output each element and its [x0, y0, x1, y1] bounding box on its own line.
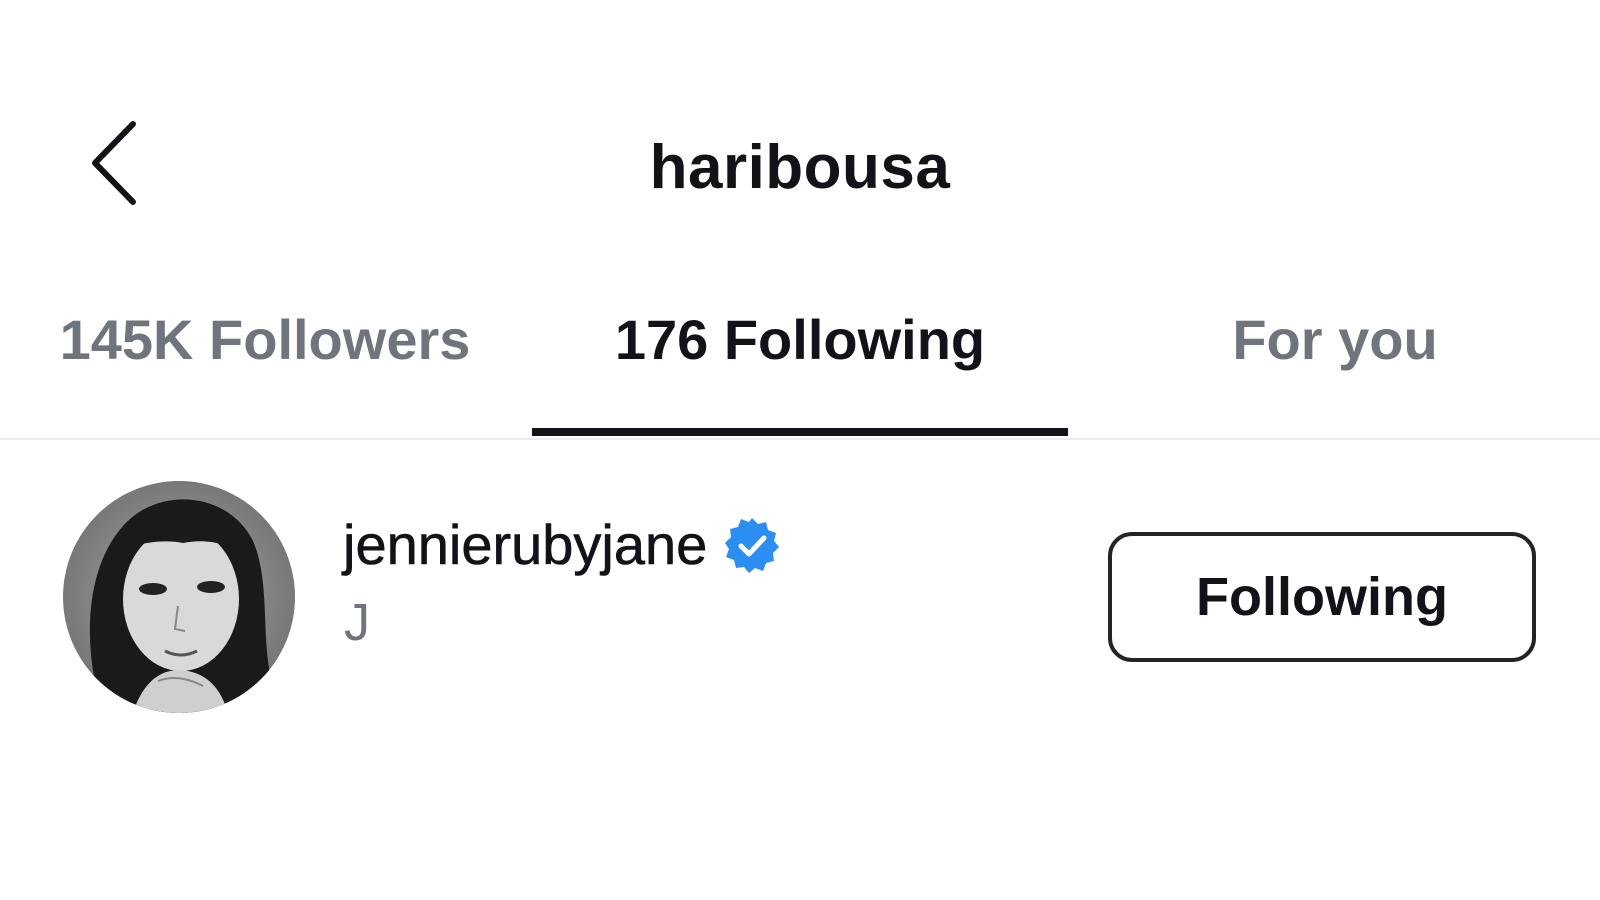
verified-badge-icon — [725, 518, 780, 573]
tab-bar: 145K Followers 176 Following For you — [0, 300, 1600, 440]
following-screen: haribousa 145K Followers 176 Following F… — [0, 0, 1600, 900]
tab-followers[interactable]: 145K Followers — [40, 300, 490, 436]
following-button[interactable]: Following — [1108, 532, 1536, 662]
avatar[interactable] — [63, 481, 295, 713]
tab-following[interactable]: 176 Following — [532, 300, 1068, 436]
page-title: haribousa — [649, 133, 951, 202]
list-item[interactable]: jennierubyjane J Following — [0, 470, 1600, 713]
full-name: J — [344, 594, 370, 652]
username-link[interactable]: jennierubyjane — [343, 510, 781, 580]
active-tab-indicator — [532, 428, 1068, 436]
username-text: jennierubyjane — [343, 513, 708, 577]
avatar-photo — [63, 481, 295, 713]
tab-for-you[interactable]: For you — [1130, 300, 1540, 436]
